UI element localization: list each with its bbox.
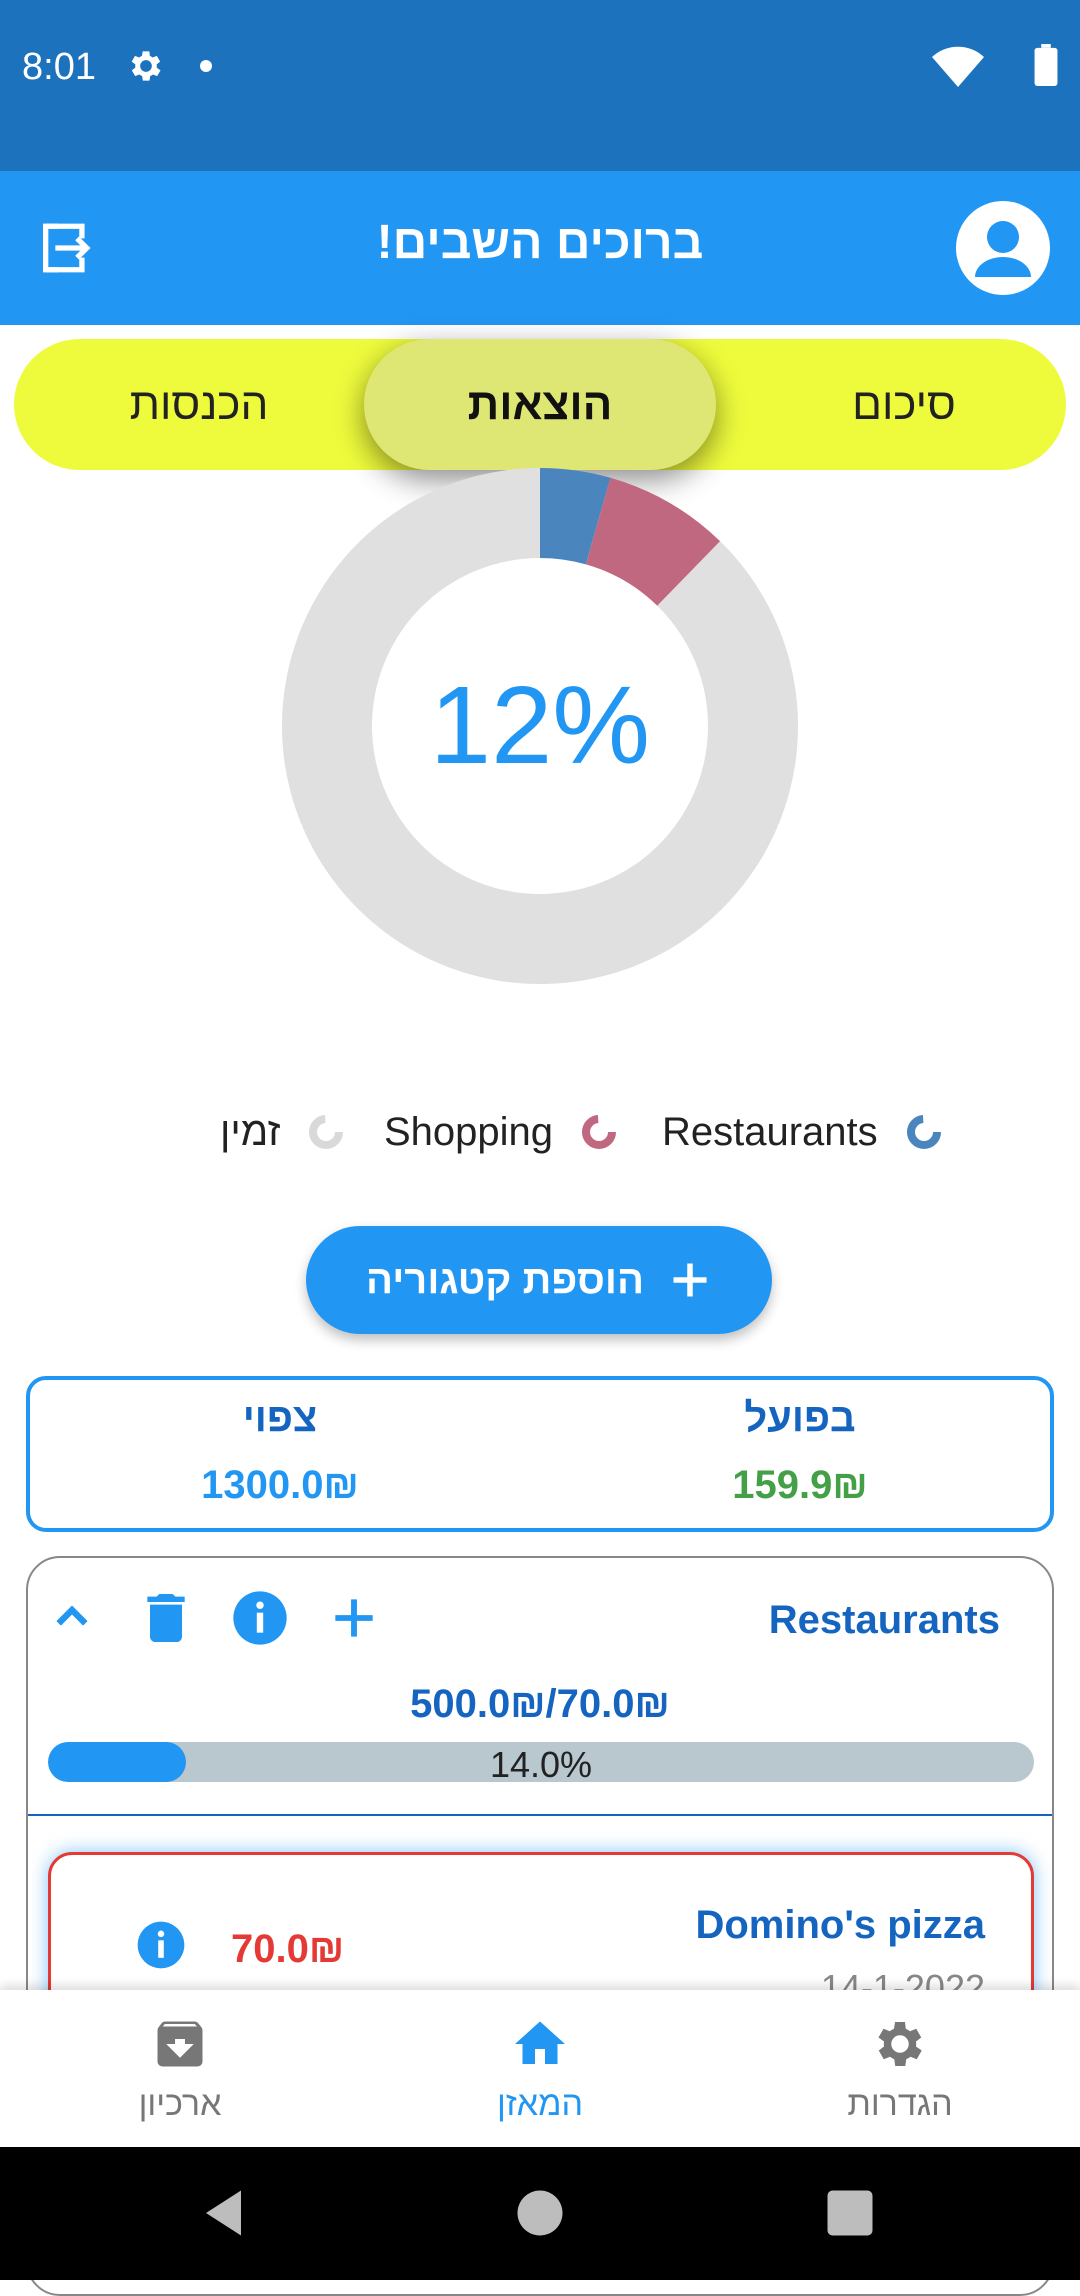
recents-icon[interactable]: [820, 2183, 880, 2243]
category-amount: 500.0₪/70.0₪: [410, 1682, 670, 1726]
legend-item-shopping: Shopping: [384, 1102, 619, 1162]
actual-value: 159.9₪: [732, 1463, 868, 1507]
person-icon: [975, 221, 1031, 277]
info-icon[interactable]: [228, 1586, 292, 1650]
legend-ring-icon: [906, 1115, 941, 1149]
add-category-button[interactable]: הוספת קטגוריה: [306, 1226, 772, 1334]
nav-home-label: המאזן: [496, 2085, 584, 2123]
chart-legend: Restaurants Shopping זמין: [0, 1102, 1080, 1162]
tab-bar: הכנסות הוצאות סיכום: [14, 339, 1066, 470]
system-navigation-bar: [0, 2147, 1080, 2280]
expected-value: 1300.0₪: [201, 1463, 359, 1507]
nav-settings-label: הגדרות: [847, 2085, 953, 2123]
profile-avatar[interactable]: [956, 201, 1050, 295]
legend-ring-icon: [309, 1115, 344, 1149]
legend-ring-icon: [582, 1115, 617, 1149]
archive-icon: [157, 2021, 203, 2067]
home-circle-icon[interactable]: [510, 2183, 570, 2243]
collapse-chevron-icon[interactable]: [40, 1586, 104, 1650]
expected-label: צפוי: [242, 1396, 318, 1440]
nav-archive[interactable]: ארכיון: [60, 1990, 300, 2147]
entry-amount: 70.0₪: [231, 1927, 345, 1971]
nav-settings[interactable]: הגדרות: [780, 1990, 1020, 2147]
nav-home[interactable]: המאזן: [420, 1990, 660, 2147]
nav-archive-label: ארכיון: [138, 2085, 222, 2123]
wifi-icon: [932, 46, 984, 87]
category-name: Restaurants: [768, 1598, 1000, 1642]
actual-column: בפועל 159.9₪: [590, 1396, 1010, 1508]
notification-dot: [200, 60, 212, 72]
add-entry-icon[interactable]: [322, 1586, 386, 1650]
page-title: ברוכים השבים!: [376, 216, 704, 269]
entry-name: Domino's pizza: [695, 1903, 985, 1947]
donut-center-percent: 12%: [429, 664, 651, 787]
back-icon[interactable]: [196, 2183, 256, 2243]
entry-info-icon[interactable]: [133, 1917, 189, 1973]
legend-label: Restaurants: [662, 1109, 878, 1154]
expected-column: צפוי 1300.0₪: [70, 1396, 490, 1508]
trash-icon[interactable]: [134, 1586, 198, 1650]
status-bar: 8:01: [0, 0, 1080, 171]
add-category-label: הוספת קטגוריה: [366, 1257, 644, 1302]
tab-income[interactable]: הכנסות: [74, 339, 324, 470]
legend-label: זמין: [220, 1109, 281, 1154]
battery-icon: [1034, 44, 1058, 86]
legend-item-restaurants: Restaurants: [662, 1102, 944, 1162]
legend-label: Shopping: [384, 1109, 554, 1154]
tab-summary[interactable]: סיכום: [774, 339, 1034, 470]
divider: [28, 1814, 1052, 1816]
tab-expenses[interactable]: הוצאות: [364, 339, 716, 470]
bottom-navigation: ארכיון המאזן הגדרות: [0, 1990, 1080, 2147]
plus-icon: [673, 1263, 707, 1297]
category-progress-bar: 14.0%: [48, 1742, 1034, 1782]
budget-summary: צפוי 1300.0₪ בפועל 159.9₪: [26, 1376, 1054, 1532]
actual-label: בפועל: [744, 1396, 856, 1440]
legend-item-available: זמין: [220, 1102, 346, 1162]
settings-icon: [878, 2022, 922, 2066]
progress-label: 14.0%: [489, 1744, 593, 1782]
gear-icon: [131, 51, 161, 81]
app-bar: ברוכים השבים!: [0, 171, 1080, 325]
status-time: 8:01: [22, 46, 96, 88]
home-icon: [515, 2021, 565, 2064]
expense-donut-chart: 12%: [280, 466, 800, 986]
